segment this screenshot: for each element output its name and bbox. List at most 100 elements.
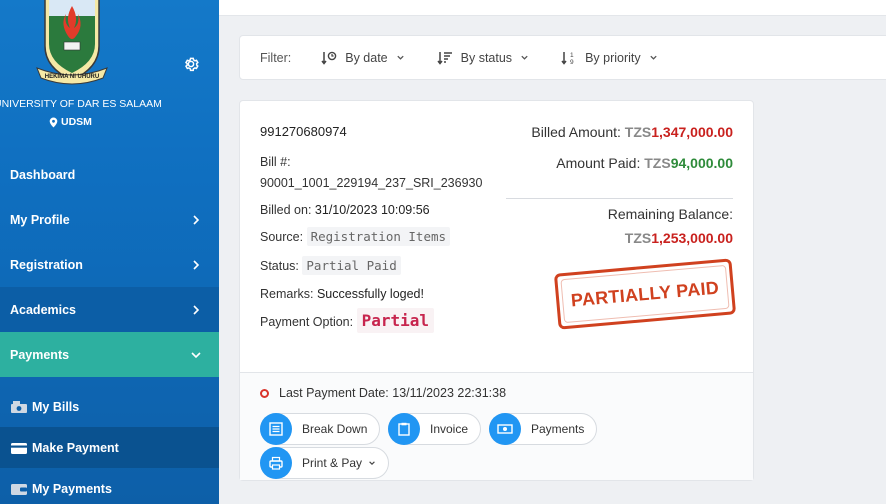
remaining-balance-value: 1,253,000.00 bbox=[651, 230, 733, 246]
breakdown-button[interactable]: Break Down bbox=[260, 412, 381, 445]
bill-card: 991270680974 Bill #: 90001_1001_229194_2… bbox=[239, 100, 754, 481]
settings-gear-icon[interactable] bbox=[182, 55, 200, 73]
bill-no-label: Bill #: bbox=[260, 155, 291, 169]
nav-my-profile[interactable]: My Profile bbox=[0, 197, 219, 242]
remaining-balance-row: TZS1,253,000.00 bbox=[503, 230, 733, 246]
university-crest-icon: HEKIMA NI UHURU bbox=[36, 0, 108, 85]
last-payment-row: Last Payment Date: 13/11/2023 22:31:38 bbox=[260, 386, 506, 400]
invoice-button-label: Invoice bbox=[430, 422, 469, 436]
last-payment-value: 13/11/2023 22:31:38 bbox=[392, 386, 507, 400]
amount-paid-label: Amount Paid: bbox=[556, 155, 641, 171]
nav-dashboard-label: Dashboard bbox=[10, 167, 76, 182]
filter-by-status-label: By status bbox=[460, 50, 513, 65]
svg-text:HEKIMA NI UHURU: HEKIMA NI UHURU bbox=[45, 74, 99, 80]
status-dot-icon bbox=[260, 388, 269, 398]
filter-label: Filter: bbox=[260, 50, 292, 65]
billed-amount-currency: TZS bbox=[624, 124, 652, 140]
university-name: UNIVERSITY OF DAR ES SALAAM bbox=[0, 98, 162, 110]
nav-payments[interactable]: Payments bbox=[0, 332, 219, 377]
source-value: Registration Items bbox=[306, 227, 451, 246]
remarks-value: Successfully loged! bbox=[316, 287, 424, 301]
filter-by-priority-button[interactable]: 1 9 By priority bbox=[561, 50, 658, 66]
sort-date-icon bbox=[321, 51, 337, 65]
money-icon bbox=[489, 412, 521, 445]
amount-paid-row: Amount Paid: TZS94,000.00 bbox=[503, 155, 733, 171]
chevron-right-icon bbox=[193, 259, 200, 270]
filter-by-priority-label: By priority bbox=[585, 50, 641, 65]
sort-priority-icon: 1 9 bbox=[561, 51, 574, 66]
status-value: Partial Paid bbox=[302, 256, 401, 275]
payment-option-value: Partial bbox=[356, 308, 435, 333]
nav-my-profile-label: My Profile bbox=[10, 212, 70, 227]
invoice-button[interactable]: Invoice bbox=[388, 412, 482, 445]
bill-card-footer: Last Payment Date: 13/11/2023 22:31:38 B… bbox=[240, 372, 753, 480]
billed-on-value: 31/10/2023 10:09:56 bbox=[314, 203, 430, 217]
nav-registration[interactable]: Registration bbox=[0, 242, 219, 287]
nav-academics-label: Academics bbox=[10, 302, 77, 317]
printer-icon bbox=[260, 446, 292, 479]
payments-button[interactable]: Payments bbox=[489, 412, 598, 445]
payment-option-label: Payment Option: bbox=[260, 315, 354, 329]
list-icon bbox=[260, 412, 292, 445]
location-pin-icon bbox=[49, 117, 58, 127]
chevron-down-icon bbox=[191, 351, 201, 358]
clipboard-icon bbox=[388, 412, 420, 445]
billed-on-label: Billed on: bbox=[260, 203, 312, 217]
chevron-down-icon bbox=[521, 55, 528, 60]
sidebar: HEKIMA NI UHURU UNIVERSITY OF DAR ES SAL… bbox=[0, 0, 219, 504]
nav-dashboard[interactable]: Dashboard bbox=[0, 152, 219, 197]
subnav-my-bills[interactable]: My Bills bbox=[0, 386, 219, 427]
chevron-right-icon bbox=[193, 304, 200, 315]
filter-by-date-button[interactable]: By date bbox=[321, 50, 404, 66]
partially-paid-stamp: PARTIALLY PAID bbox=[553, 258, 737, 330]
bill-amounts: Billed Amount: TZS1,347,000.00 Amount Pa… bbox=[503, 124, 733, 246]
filter-by-status-button[interactable]: By status bbox=[437, 50, 529, 66]
chevron-down-icon bbox=[396, 55, 404, 60]
amounts-divider bbox=[506, 198, 733, 199]
payment-option-row: Payment Option: Partial bbox=[260, 308, 435, 333]
campus-label: UDSM bbox=[49, 116, 92, 128]
source-label: Source: bbox=[260, 230, 304, 244]
chevron-down-icon bbox=[369, 461, 375, 465]
campus-name: UDSM bbox=[61, 116, 92, 128]
svg-text:1: 1 bbox=[570, 52, 574, 59]
breakdown-button-label: Break Down bbox=[302, 422, 368, 436]
billed-amount-label: Billed Amount: bbox=[531, 124, 621, 140]
subnav-my-bills-label: My Bills bbox=[32, 399, 80, 414]
amount-paid-currency: TZS bbox=[644, 155, 671, 171]
chevron-down-icon bbox=[649, 55, 657, 60]
nav-academics[interactable]: Academics bbox=[0, 287, 219, 332]
source-row: Source: Registration Items bbox=[260, 227, 451, 246]
amount-paid-value: 94,000.00 bbox=[670, 155, 733, 171]
filter-by-date-label: By date bbox=[345, 50, 388, 65]
billed-amount-row: Billed Amount: TZS1,347,000.00 bbox=[503, 124, 733, 140]
top-header-bar bbox=[219, 0, 886, 16]
remaining-balance-label: Remaining Balance: bbox=[607, 206, 733, 222]
credit-card-icon bbox=[11, 442, 27, 454]
sort-status-icon bbox=[437, 51, 452, 65]
chevron-right-icon bbox=[193, 214, 200, 225]
nav-payments-label: Payments bbox=[10, 347, 70, 362]
payments-button-label: Payments bbox=[531, 422, 585, 436]
university-logo: HEKIMA NI UHURU UNIVERSITY OF DAR ES SAL… bbox=[0, 0, 219, 140]
subnav-make-payment-label: Make Payment bbox=[32, 440, 119, 455]
svg-text:9: 9 bbox=[570, 59, 574, 66]
remaining-balance-currency: TZS bbox=[624, 230, 652, 246]
subnav-my-payments[interactable]: My Payments bbox=[0, 468, 219, 504]
status-row: Status: Partial Paid bbox=[260, 256, 401, 275]
subnav-make-payment[interactable]: Make Payment bbox=[0, 427, 219, 468]
nav-registration-label: Registration bbox=[10, 257, 83, 272]
billed-amount-value: 1,347,000.00 bbox=[651, 124, 733, 140]
print-and-pay-button-label: Print & Pay bbox=[302, 456, 363, 470]
status-label: Status: bbox=[260, 259, 299, 273]
print-and-pay-button[interactable]: Print & Pay bbox=[260, 446, 390, 479]
remarks-label: Remarks: bbox=[260, 287, 314, 301]
subnav-my-payments-label: My Payments bbox=[32, 481, 112, 496]
wallet-icon bbox=[11, 483, 27, 495]
billed-on-row: Billed on: 31/10/2023 10:09:56 bbox=[260, 203, 430, 217]
last-payment-label: Last Payment Date: bbox=[279, 386, 389, 400]
filter-bar: Filter: By date By status 1 9 By priorit… bbox=[239, 35, 886, 80]
remarks-row: Remarks: Successfully loged! bbox=[260, 287, 424, 301]
cash-register-icon bbox=[11, 400, 27, 413]
bill-no-value: 90001_1001_229194_237_SRI_236930 bbox=[260, 176, 483, 190]
